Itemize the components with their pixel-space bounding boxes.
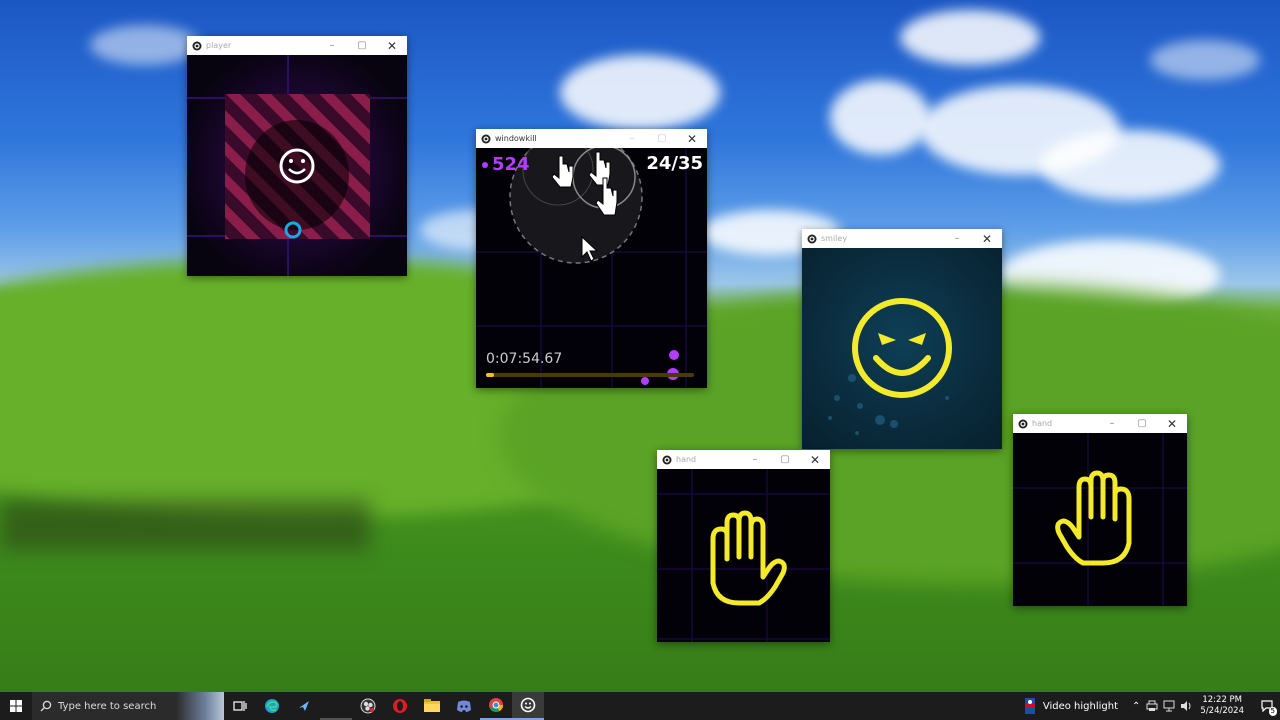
evil-smiley-icon [852, 298, 952, 398]
enemy-dot [641, 377, 649, 385]
minimize-button[interactable]: – [317, 36, 347, 55]
score-dot-icon [482, 161, 488, 168]
player-view [187, 55, 407, 276]
clock-time: 12:22 PM [1202, 695, 1243, 705]
notification-count-badge: 5 [1268, 707, 1277, 716]
taskbar: Type here to search Video highlight ⌃ 12… [0, 692, 1280, 720]
score-display: 524 [482, 154, 530, 175]
progress-bar [486, 373, 694, 377]
maximize-button[interactable]: ▢ [347, 36, 377, 55]
minimize-button[interactable]: – [1097, 414, 1127, 433]
hand-icon [710, 510, 787, 606]
game-view: 524 24/35 0:07:54.67 [476, 148, 707, 388]
player-scene [187, 55, 407, 276]
window-title: windowkill [495, 134, 537, 143]
blank-app-button[interactable] [320, 692, 352, 720]
smiley-scene [828, 298, 952, 435]
steam-icon [299, 701, 309, 711]
network-icon[interactable] [1163, 700, 1175, 712]
window-title: smiley [821, 234, 848, 243]
maximize-button[interactable]: ▢ [647, 129, 677, 148]
printer-icon[interactable] [1146, 700, 1158, 712]
steam-button[interactable] [288, 692, 320, 720]
player-titlebar[interactable]: player – ▢ ✕ [187, 36, 407, 55]
clock[interactable]: 12:22 PM 5/24/2024 [1200, 695, 1244, 717]
close-button[interactable]: ✕ [677, 129, 707, 148]
windowkill-app-icon [662, 455, 672, 464]
search-placeholder: Type here to search [58, 700, 157, 712]
window-title: hand [676, 455, 697, 464]
clock-date: 5/24/2024 [1200, 706, 1244, 716]
hand-scene [1013, 433, 1187, 606]
hand-window-right[interactable]: hand – ▢ ✕ [1013, 414, 1187, 606]
edge-button[interactable] [256, 692, 288, 720]
taskbar-search-box[interactable]: Type here to search [32, 692, 224, 720]
hand-view [657, 469, 830, 642]
smiley-titlebar[interactable]: smiley – ✕ [802, 229, 1002, 248]
obs-button[interactable] [352, 692, 384, 720]
start-button[interactable] [0, 692, 32, 720]
video-highlight-label: Video highlight [1042, 700, 1119, 712]
close-button[interactable]: ✕ [1157, 414, 1187, 433]
minimize-button[interactable]: – [942, 229, 972, 248]
hand-titlebar[interactable]: hand – ▢ ✕ [657, 450, 830, 469]
window-title: hand [1032, 419, 1053, 428]
smiley-view [802, 248, 1002, 449]
task-view-icon [233, 701, 247, 711]
chrome-icon [489, 698, 504, 713]
windowkill-app-icon [481, 134, 491, 143]
windowkill-icon [520, 697, 536, 713]
obs-icon [360, 698, 376, 714]
score-value: 524 [492, 154, 530, 175]
hand-titlebar[interactable]: hand – ▢ ✕ [1013, 414, 1187, 433]
enemy-dot [669, 350, 679, 360]
file-explorer-icon [424, 699, 440, 712]
chrome-button[interactable] [480, 692, 512, 720]
hand-window-left[interactable]: hand – ▢ ✕ [657, 450, 830, 642]
progress-fill [486, 373, 495, 377]
windowkill-app-icon [192, 41, 202, 50]
maximize-button[interactable]: ▢ [1127, 414, 1157, 433]
windowkill-main-window[interactable]: windowkill – ▢ ✕ 524 24/35 0:07:54.67 [476, 129, 707, 388]
close-button[interactable]: ✕ [377, 36, 407, 55]
system-tray: Video highlight ⌃ 12:22 PM 5/24/2024 5 [1024, 692, 1280, 720]
main-titlebar[interactable]: windowkill – ▢ ✕ [476, 129, 707, 148]
minimize-button[interactable]: – [740, 450, 770, 469]
search-highlight-image [176, 692, 224, 720]
smiley-window[interactable]: smiley – ✕ [802, 229, 1002, 449]
hand-view [1013, 433, 1187, 606]
windowkill-app-icon [1018, 419, 1028, 428]
opera-button[interactable] [384, 692, 416, 720]
run-timer: 0:07:54.67 [486, 351, 563, 367]
windows-logo-icon [10, 700, 22, 712]
wave-counter: 24/35 [646, 153, 703, 174]
video-highlight-widget[interactable]: Video highlight [1024, 698, 1119, 714]
minimize-button[interactable]: – [617, 129, 647, 148]
news-thumbnail-icon [1024, 698, 1035, 714]
close-button[interactable]: ✕ [972, 229, 1002, 248]
volume-icon[interactable] [1180, 700, 1192, 712]
edge-icon [265, 699, 279, 713]
show-hidden-icons-chevron-icon[interactable]: ⌃ [1132, 701, 1140, 712]
notification-center-button[interactable]: 5 [1254, 692, 1280, 720]
file-explorer-button[interactable] [416, 692, 448, 720]
windowkill-app-icon [807, 234, 817, 243]
player-window[interactable]: player – ▢ ✕ [187, 36, 407, 276]
maximize-button[interactable]: ▢ [770, 450, 800, 469]
discord-icon [457, 700, 471, 712]
opera-icon [393, 699, 407, 713]
hand-scene [657, 469, 830, 642]
windowkill-taskbar-button[interactable] [512, 692, 544, 720]
discord-button[interactable] [448, 692, 480, 720]
hand-icon [1055, 470, 1132, 566]
search-icon [40, 700, 52, 712]
window-title: player [206, 41, 232, 50]
close-button[interactable]: ✕ [800, 450, 830, 469]
task-view-button[interactable] [224, 692, 256, 720]
